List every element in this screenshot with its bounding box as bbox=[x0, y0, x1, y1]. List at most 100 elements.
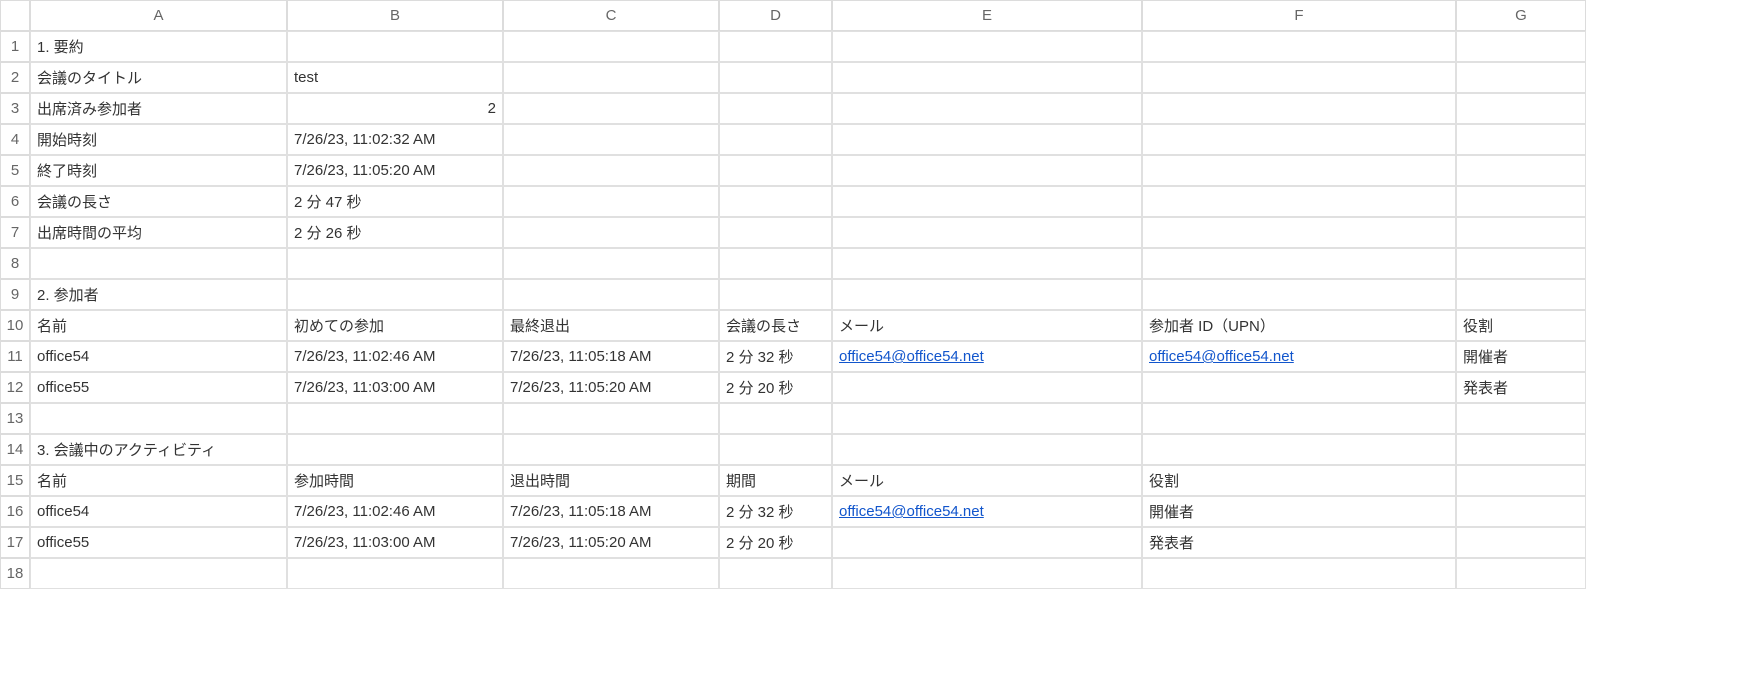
cell-C18[interactable] bbox=[503, 558, 719, 589]
cell-G12[interactable]: 発表者 bbox=[1456, 372, 1586, 403]
cell-C12[interactable]: 7/26/23, 11:05:20 AM bbox=[503, 372, 719, 403]
cell-C8[interactable] bbox=[503, 248, 719, 279]
row-header-15[interactable]: 15 bbox=[0, 465, 30, 496]
cell-E16[interactable]: office54@office54.net bbox=[832, 496, 1142, 527]
row-header-2[interactable]: 2 bbox=[0, 62, 30, 93]
cell-D14[interactable] bbox=[719, 434, 832, 465]
cell-D13[interactable] bbox=[719, 403, 832, 434]
row-header-8[interactable]: 8 bbox=[0, 248, 30, 279]
cell-A8[interactable] bbox=[30, 248, 287, 279]
cell-A12[interactable]: office55 bbox=[30, 372, 287, 403]
corner-cell[interactable] bbox=[0, 0, 30, 31]
cell-B18[interactable] bbox=[287, 558, 503, 589]
cell-B16[interactable]: 7/26/23, 11:02:46 AM bbox=[287, 496, 503, 527]
spreadsheet-grid[interactable]: ABCDEFG11. 要約2会議のタイトルtest3出席済み参加者24開始時刻7… bbox=[0, 0, 1763, 589]
cell-F12[interactable] bbox=[1142, 372, 1456, 403]
cell-B13[interactable] bbox=[287, 403, 503, 434]
cell-A10[interactable]: 名前 bbox=[30, 310, 287, 341]
cell-D6[interactable] bbox=[719, 186, 832, 217]
cell-E10[interactable]: メール bbox=[832, 310, 1142, 341]
cell-B12[interactable]: 7/26/23, 11:03:00 AM bbox=[287, 372, 503, 403]
cell-F1[interactable] bbox=[1142, 31, 1456, 62]
row-header-10[interactable]: 10 bbox=[0, 310, 30, 341]
cell-D11[interactable]: 2 分 32 秒 bbox=[719, 341, 832, 372]
cell-A4[interactable]: 開始時刻 bbox=[30, 124, 287, 155]
cell-E5[interactable] bbox=[832, 155, 1142, 186]
cell-A15[interactable]: 名前 bbox=[30, 465, 287, 496]
row-header-7[interactable]: 7 bbox=[0, 217, 30, 248]
cell-E3[interactable] bbox=[832, 93, 1142, 124]
row-header-5[interactable]: 5 bbox=[0, 155, 30, 186]
cell-G13[interactable] bbox=[1456, 403, 1586, 434]
cell-G10[interactable]: 役割 bbox=[1456, 310, 1586, 341]
cell-B1[interactable] bbox=[287, 31, 503, 62]
cell-D8[interactable] bbox=[719, 248, 832, 279]
cell-F17[interactable]: 発表者 bbox=[1142, 527, 1456, 558]
column-header-A[interactable]: A bbox=[30, 0, 287, 31]
cell-E17[interactable] bbox=[832, 527, 1142, 558]
cell-D5[interactable] bbox=[719, 155, 832, 186]
cell-B15[interactable]: 参加時間 bbox=[287, 465, 503, 496]
cell-B3[interactable]: 2 bbox=[287, 93, 503, 124]
cell-A9[interactable]: 2. 参加者 bbox=[30, 279, 287, 310]
cell-G18[interactable] bbox=[1456, 558, 1586, 589]
cell-G8[interactable] bbox=[1456, 248, 1586, 279]
row-header-1[interactable]: 1 bbox=[0, 31, 30, 62]
cell-B9[interactable] bbox=[287, 279, 503, 310]
cell-G3[interactable] bbox=[1456, 93, 1586, 124]
cell-G5[interactable] bbox=[1456, 155, 1586, 186]
cell-D16[interactable]: 2 分 32 秒 bbox=[719, 496, 832, 527]
row-header-17[interactable]: 17 bbox=[0, 527, 30, 558]
cell-F16[interactable]: 開催者 bbox=[1142, 496, 1456, 527]
cell-E14[interactable] bbox=[832, 434, 1142, 465]
cell-F14[interactable] bbox=[1142, 434, 1456, 465]
cell-F6[interactable] bbox=[1142, 186, 1456, 217]
column-header-G[interactable]: G bbox=[1456, 0, 1586, 31]
cell-D3[interactable] bbox=[719, 93, 832, 124]
cell-C14[interactable] bbox=[503, 434, 719, 465]
cell-B8[interactable] bbox=[287, 248, 503, 279]
cell-E12[interactable] bbox=[832, 372, 1142, 403]
cell-F8[interactable] bbox=[1142, 248, 1456, 279]
cell-A3[interactable]: 出席済み参加者 bbox=[30, 93, 287, 124]
row-header-3[interactable]: 3 bbox=[0, 93, 30, 124]
cell-B7[interactable]: 2 分 26 秒 bbox=[287, 217, 503, 248]
cell-D9[interactable] bbox=[719, 279, 832, 310]
cell-D10[interactable]: 会議の長さ bbox=[719, 310, 832, 341]
cell-A7[interactable]: 出席時間の平均 bbox=[30, 217, 287, 248]
cell-C9[interactable] bbox=[503, 279, 719, 310]
row-header-16[interactable]: 16 bbox=[0, 496, 30, 527]
cell-F11[interactable]: office54@office54.net bbox=[1142, 341, 1456, 372]
link-E16[interactable]: office54@office54.net bbox=[839, 503, 984, 520]
cell-D4[interactable] bbox=[719, 124, 832, 155]
link-E11[interactable]: office54@office54.net bbox=[839, 348, 984, 365]
column-header-B[interactable]: B bbox=[287, 0, 503, 31]
cell-F15[interactable]: 役割 bbox=[1142, 465, 1456, 496]
cell-C7[interactable] bbox=[503, 217, 719, 248]
cell-B14[interactable] bbox=[287, 434, 503, 465]
cell-A14[interactable]: 3. 会議中のアクティビティ bbox=[30, 434, 287, 465]
cell-D7[interactable] bbox=[719, 217, 832, 248]
cell-G16[interactable] bbox=[1456, 496, 1586, 527]
cell-G6[interactable] bbox=[1456, 186, 1586, 217]
cell-F4[interactable] bbox=[1142, 124, 1456, 155]
cell-B2[interactable]: test bbox=[287, 62, 503, 93]
cell-C13[interactable] bbox=[503, 403, 719, 434]
row-header-18[interactable]: 18 bbox=[0, 558, 30, 589]
column-header-E[interactable]: E bbox=[832, 0, 1142, 31]
cell-F5[interactable] bbox=[1142, 155, 1456, 186]
cell-B11[interactable]: 7/26/23, 11:02:46 AM bbox=[287, 341, 503, 372]
row-header-9[interactable]: 9 bbox=[0, 279, 30, 310]
cell-E13[interactable] bbox=[832, 403, 1142, 434]
column-header-F[interactable]: F bbox=[1142, 0, 1456, 31]
cell-E11[interactable]: office54@office54.net bbox=[832, 341, 1142, 372]
cell-A5[interactable]: 終了時刻 bbox=[30, 155, 287, 186]
column-header-C[interactable]: C bbox=[503, 0, 719, 31]
cell-G15[interactable] bbox=[1456, 465, 1586, 496]
cell-C4[interactable] bbox=[503, 124, 719, 155]
cell-F2[interactable] bbox=[1142, 62, 1456, 93]
cell-E8[interactable] bbox=[832, 248, 1142, 279]
cell-F13[interactable] bbox=[1142, 403, 1456, 434]
cell-D2[interactable] bbox=[719, 62, 832, 93]
cell-G9[interactable] bbox=[1456, 279, 1586, 310]
